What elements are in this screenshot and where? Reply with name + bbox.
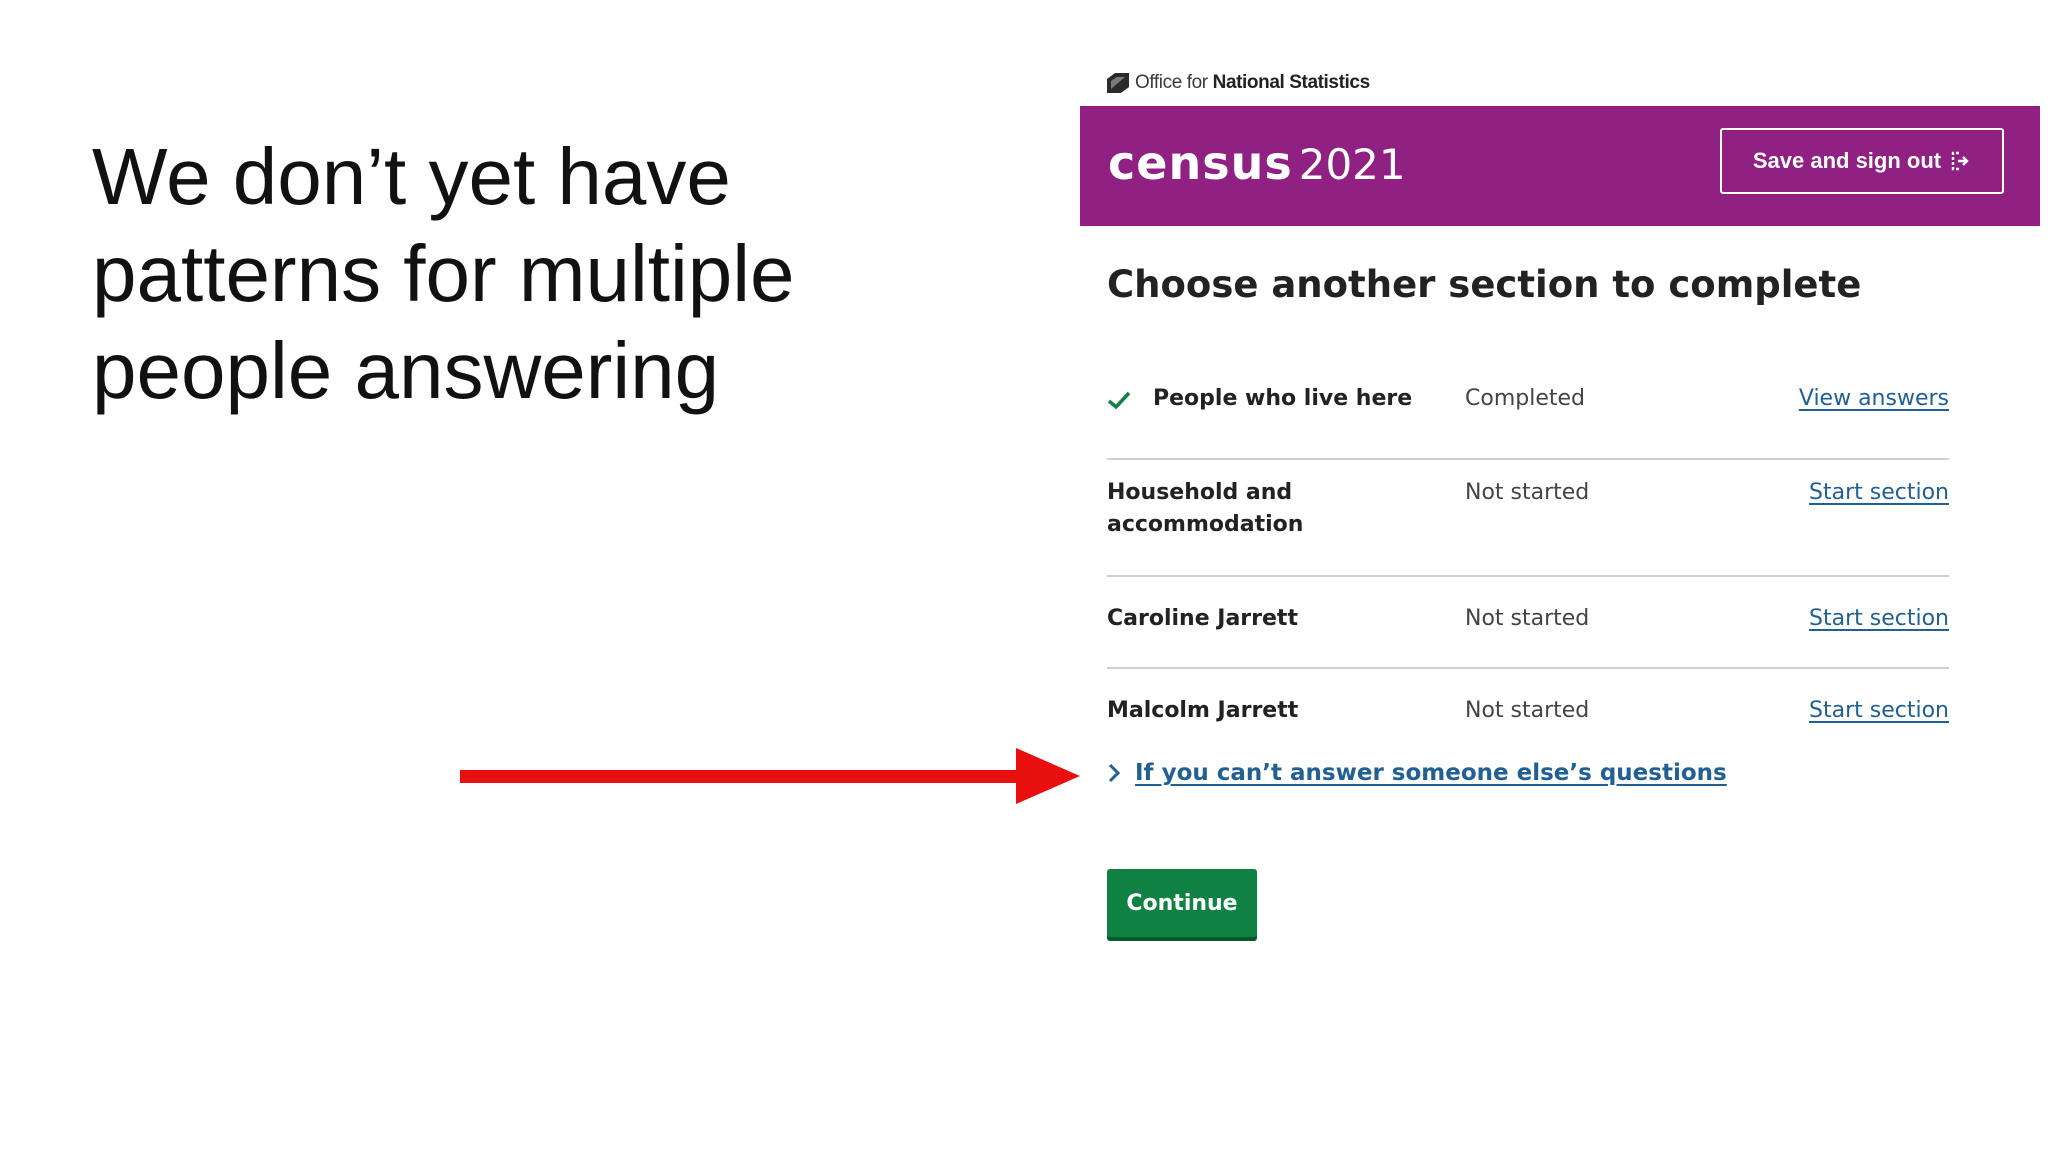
- section-name: Malcolm Jarrett: [1107, 698, 1299, 723]
- census-logo: census 2021: [1108, 136, 1406, 190]
- census-logo-year: 2021: [1298, 140, 1406, 189]
- page-title: Choose another section to complete: [1107, 263, 1862, 306]
- save-and-sign-out-label: Save and sign out: [1752, 148, 1942, 173]
- slide-heading-line-1: We don’t yet have: [92, 132, 731, 221]
- start-section-link[interactable]: Start section: [1809, 695, 1949, 727]
- chevron-right-icon: [1108, 763, 1121, 783]
- slide-heading: We don’t yet have patterns for multiple …: [92, 128, 852, 419]
- section-status: Completed: [1465, 386, 1585, 411]
- check-icon: [1107, 391, 1131, 410]
- section-name: Caroline Jarrett: [1107, 606, 1298, 631]
- ons-branding: Office for National Statistics: [1107, 68, 1370, 98]
- start-section-link[interactable]: Start section: [1809, 477, 1949, 509]
- cant-answer-details-toggle[interactable]: If you can’t answer someone else’s quest…: [1107, 760, 1727, 786]
- ons-logo-icon: [1107, 73, 1129, 93]
- sections-list: People who live here Completed View answ…: [1107, 368, 1949, 761]
- slide-heading-line-3: people answering: [92, 326, 720, 415]
- section-status: Not started: [1465, 606, 1590, 631]
- cant-answer-details-label: If you can’t answer someone else’s quest…: [1135, 760, 1727, 786]
- ons-org-name: Office for National Statistics: [1135, 72, 1370, 93]
- slide-heading-line-2: patterns for multiple: [92, 229, 795, 318]
- section-row-caroline-jarrett: Caroline Jarrett Not started Start secti…: [1107, 577, 1949, 669]
- census-header: census 2021 Save and sign out: [1080, 106, 2040, 226]
- sign-out-icon: [1951, 151, 1969, 171]
- red-arrow-icon: [460, 748, 1080, 804]
- section-name: Household and accommodation: [1107, 480, 1304, 537]
- section-name: People who live here: [1153, 386, 1413, 411]
- section-status: Not started: [1465, 698, 1590, 723]
- start-section-link[interactable]: Start section: [1809, 603, 1949, 635]
- continue-button[interactable]: Continue: [1107, 869, 1257, 937]
- section-row-malcolm-jarrett: Malcolm Jarrett Not started Start sectio…: [1107, 669, 1949, 761]
- census-screenshot: Office for National Statistics census 202…: [1080, 58, 2040, 958]
- section-status: Not started: [1465, 480, 1590, 505]
- view-answers-link[interactable]: View answers: [1799, 383, 1949, 415]
- save-and-sign-out-button[interactable]: Save and sign out: [1720, 128, 2004, 194]
- section-row-household: Household and accommodation Not started …: [1107, 460, 1949, 577]
- census-logo-word: census: [1108, 136, 1293, 190]
- section-row-people: People who live here Completed View answ…: [1107, 368, 1949, 460]
